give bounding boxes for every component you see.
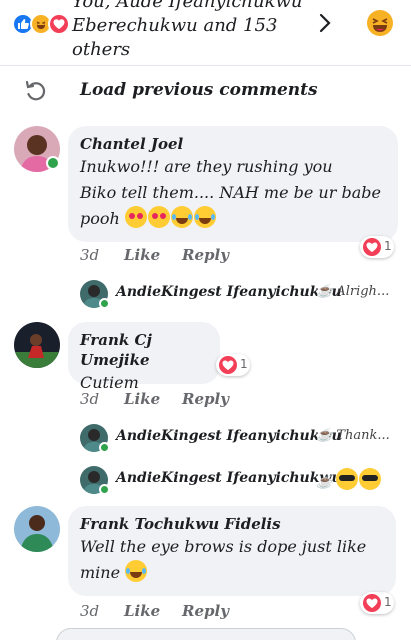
reply-button[interactable]: Reply [182,246,229,264]
comment-input[interactable] [56,628,356,640]
online-status [99,484,110,495]
avatar[interactable] [14,322,60,368]
love-icon [48,13,70,35]
comment-actions: 3d Like Reply [80,390,280,410]
heart-eyes-emoji-icon [124,206,147,228]
reply-text: ☕ Alrigh... [316,284,390,299]
sunglasses-emoji-icon [359,468,382,490]
online-status [99,298,110,309]
comment-actions: 3d Like Reply [80,602,280,622]
comment-author[interactable]: Frank Cj Umejike [80,330,208,370]
reply-button[interactable]: Reply [182,390,229,408]
reaction-count: 1 [384,595,392,609]
haha-icon[interactable] [367,10,393,36]
like-button[interactable]: Like [124,246,160,264]
sunglasses-emoji-icon [336,468,359,490]
reply-author: AndieKingest Ifeanyichukwu [116,428,342,444]
reply-button[interactable]: Reply [182,602,229,620]
online-status [99,442,110,453]
reply-preview[interactable]: AndieKingest Ifeanyichukwu ☕ [80,466,391,496]
joy-emoji-icon [193,206,216,228]
like-button[interactable]: Like [124,602,160,620]
joy-emoji-icon [125,560,148,582]
like-button[interactable]: Like [124,390,160,408]
love-icon [219,356,237,374]
comment-author[interactable]: Frank Tochukwu Fidelis [80,514,384,534]
love-icon [363,594,381,612]
reply-text: ☕ Thank... [316,428,390,443]
chevron-right-icon[interactable] [316,12,334,34]
reactors-text[interactable]: You, Aude Ifeanyichukwu Eberechukwu and … [72,0,312,62]
heart-eyes-emoji-icon [147,206,170,228]
comment-bubble[interactable]: Frank Cj Umejike Cutiem [68,322,220,392]
comment-bubble[interactable]: Frank Tochukwu Fidelis Well the eye brow… [68,506,396,596]
comment-text: mine [80,563,121,582]
avatar[interactable] [14,506,60,552]
reaction-icons [12,13,72,35]
reply-author: AndieKingest Ifeanyichukwu [116,470,342,486]
reactions-summary[interactable]: You, Aude Ifeanyichukwu Eberechukwu and … [0,0,411,66]
comment-time: 3d [80,602,100,620]
comment-time: 3d [80,390,100,408]
comment-text: Well the eye brows is dope just like [80,537,367,556]
reaction-count-pill[interactable]: 1 [216,354,250,376]
reply-preview[interactable]: AndieKingest Ifeanyichukwu ☕ Thank... [80,424,391,454]
reaction-count-pill[interactable]: 1 [360,592,394,614]
load-previous-comments[interactable]: Load previous comments [0,70,411,112]
online-status [46,156,60,170]
comment-text: Biko tell them.... NAH me be ur babe [80,183,381,202]
reply-text: ☕ [316,475,333,490]
love-icon [363,238,381,256]
comment-bubble[interactable]: Chantel Joel Inukwo!!! are they rushing … [68,126,398,242]
load-previous-label: Load previous comments [80,80,318,100]
reaction-count: 1 [240,357,248,371]
reaction-count-pill[interactable]: 1 [360,236,394,258]
reply-preview[interactable]: AndieKingest Ifeanyichukwu ☕ Alrigh... [80,280,391,310]
comment-text: pooh [80,209,120,228]
comment-text: Inukwo!!! are they rushing you [80,157,333,176]
reply-author: AndieKingest Ifeanyichukwu [116,284,342,300]
refresh-icon [25,80,46,101]
comment-author[interactable]: Chantel Joel [80,134,386,154]
reaction-count: 1 [384,239,392,253]
comment-time: 3d [80,246,100,264]
joy-emoji-icon [170,206,193,228]
comment-actions: 3d Like Reply [80,246,280,266]
